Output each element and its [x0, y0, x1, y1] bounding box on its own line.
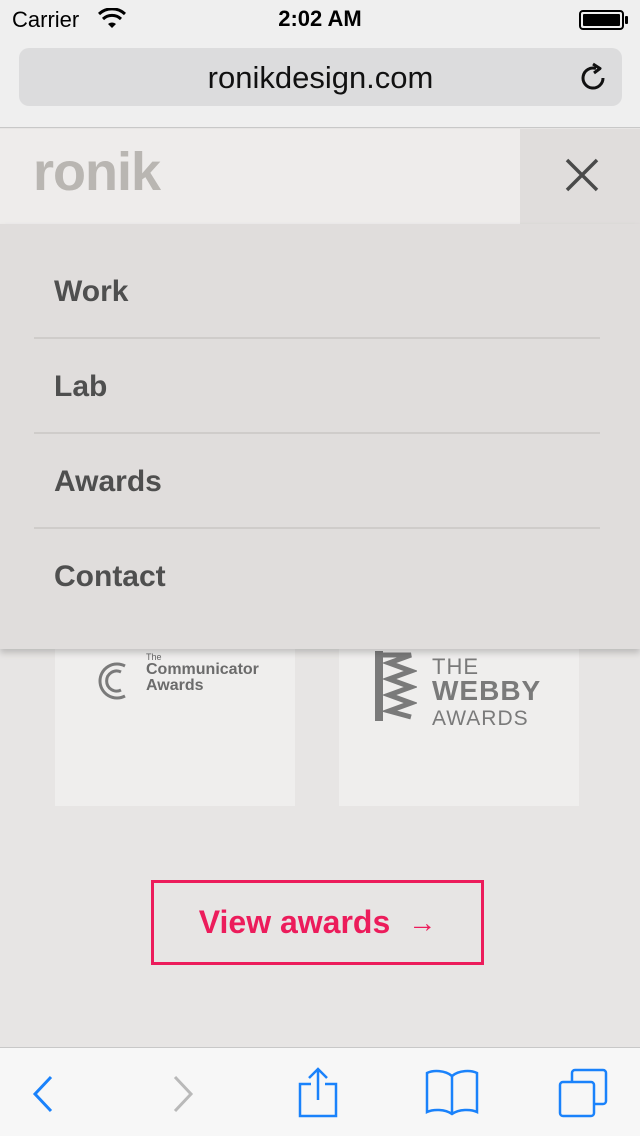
communicator-awards-card[interactable]: The Communicator Awards	[55, 634, 295, 806]
bookmarks-icon[interactable]	[425, 1068, 479, 1116]
webby-awards-card[interactable]: THE WEBBY AWARDS	[339, 634, 579, 806]
communicator-line2: Awards	[146, 677, 204, 694]
menu-item-contact[interactable]: Contact	[34, 529, 600, 624]
forward-icon[interactable]	[170, 1074, 196, 1114]
view-awards-label: View awards	[198, 904, 391, 940]
close-menu-button[interactable]	[520, 129, 640, 224]
nav-menu: Work Lab Awards Contact	[0, 224, 640, 649]
tabs-icon[interactable]	[558, 1068, 608, 1118]
view-awards-button[interactable]: View awards →	[151, 880, 484, 965]
close-icon[interactable]	[564, 157, 600, 193]
webby-sub: AWARDS	[432, 707, 529, 730]
site-header: ronik	[0, 129, 520, 224]
clock: 2:02 AM	[278, 6, 362, 31]
browser-chrome: ronikdesign.com	[0, 40, 640, 128]
menu-item-label: Work	[54, 275, 129, 308]
communicator-c-icon	[98, 662, 126, 700]
reload-icon[interactable]	[577, 62, 609, 94]
browser-toolbar	[0, 1047, 640, 1136]
menu-item-label: Awards	[54, 465, 162, 498]
address-bar[interactable]: ronikdesign.com	[19, 48, 622, 106]
back-icon[interactable]	[30, 1074, 56, 1114]
menu-item-work[interactable]: Work	[34, 244, 600, 339]
menu-item-lab[interactable]: Lab	[34, 339, 600, 434]
battery-icon	[579, 10, 628, 30]
webby-spring-icon	[375, 651, 417, 721]
webby-main: WEBBY	[432, 675, 542, 706]
menu-item-awards[interactable]: Awards	[34, 434, 600, 529]
site-logo[interactable]: ronik	[33, 141, 161, 203]
share-icon[interactable]	[298, 1066, 338, 1118]
arrow-right-icon: →	[408, 906, 437, 938]
status-bar: Carrier 2:02 AM	[0, 0, 640, 40]
menu-item-label: Contact	[54, 560, 166, 593]
menu-item-label: Lab	[54, 370, 108, 403]
url-text[interactable]: ronikdesign.com	[19, 60, 622, 96]
